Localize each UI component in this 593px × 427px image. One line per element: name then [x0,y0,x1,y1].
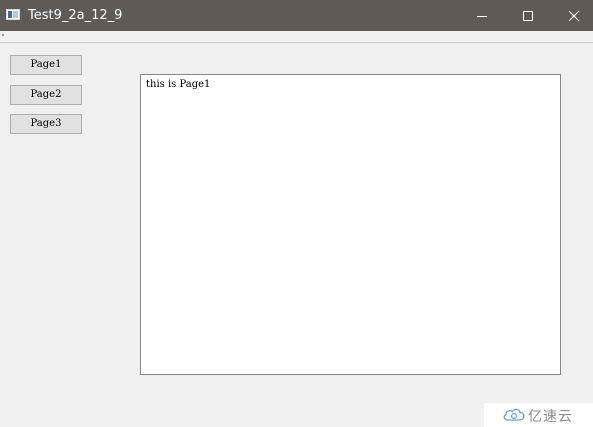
cloud-logo-icon [503,408,525,421]
window-title: Test9_2a_12_9 [28,8,123,23]
page3-button[interactable]: Page3 [10,114,82,134]
menu-bar [0,31,593,43]
watermark-text: 亿速云 [528,409,573,425]
maximize-button[interactable] [505,0,551,31]
maximize-icon [523,11,533,21]
watermark: 亿速云 [484,403,593,427]
app-icon [6,9,20,20]
page-content-text: this is Page1 [146,79,211,90]
page-content-area[interactable]: this is Page1 [140,74,561,375]
menu-grip [2,34,4,36]
page1-button[interactable]: Page1 [10,55,82,75]
minimize-icon [477,16,487,17]
page2-button[interactable]: Page2 [10,85,82,105]
close-button[interactable] [551,0,593,31]
close-icon [568,10,580,22]
app-window: Test9_2a_12_9 Page1 Page2 Page3 this is … [0,0,593,427]
title-bar[interactable]: Test9_2a_12_9 [0,0,593,31]
minimize-button[interactable] [459,0,505,31]
